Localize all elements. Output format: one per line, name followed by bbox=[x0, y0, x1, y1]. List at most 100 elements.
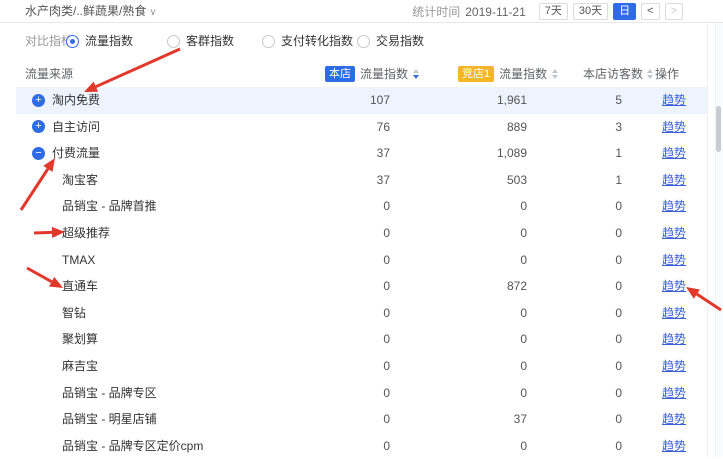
trend-link[interactable]: 趋势 bbox=[662, 253, 686, 267]
visitors-value: 0 bbox=[532, 433, 622, 459]
chevron-down-icon: ∨ bbox=[149, 7, 156, 18]
trend-link[interactable]: 趋势 bbox=[662, 93, 686, 107]
traffic-source-label: TMAX bbox=[62, 247, 95, 274]
expand-icon[interactable]: + bbox=[32, 120, 45, 133]
expand-icon[interactable]: + bbox=[32, 94, 45, 107]
rival-metric-label: 流量指数 bbox=[499, 62, 547, 86]
trend-link[interactable]: 趋势 bbox=[662, 412, 686, 426]
range-day-button[interactable]: 日 bbox=[613, 3, 636, 20]
radio-traffic-index[interactable]: 流量指数 bbox=[66, 31, 133, 51]
trend-link[interactable]: 趋势 bbox=[662, 332, 686, 346]
breadcrumb-text: 水产肉类/..鲜蔬果/熟食 bbox=[25, 4, 146, 18]
table-row: +淘内免费1071,9615趋势 bbox=[0, 87, 723, 114]
scrollbar-thumb[interactable] bbox=[716, 106, 721, 152]
table-row: 聚划算000趋势 bbox=[0, 326, 723, 353]
trend-link[interactable]: 趋势 bbox=[662, 439, 686, 453]
col-own-metric: 本店 流量指数 bbox=[325, 62, 419, 86]
metric-selector-row: 对比指标 流量指数 客群指数 支付转化指数 交易指数 bbox=[0, 31, 723, 51]
trend-link[interactable]: 趋势 bbox=[662, 146, 686, 160]
visitors-value: 0 bbox=[532, 300, 622, 327]
table-row: 淘宝客375031趋势 bbox=[0, 167, 723, 194]
rival-metric-value: 0 bbox=[427, 220, 527, 247]
table-body: +淘内免费1071,9615趋势+自主访问768893趋势−付费流量371,08… bbox=[0, 87, 723, 459]
traffic-source-label: 超级推荐 bbox=[62, 220, 110, 247]
scrollbar-track bbox=[715, 23, 723, 457]
action-cell: 趋势 bbox=[662, 220, 686, 247]
action-cell: 趋势 bbox=[662, 380, 686, 407]
radio-icon bbox=[262, 35, 275, 48]
traffic-source-label: 品销宝 - 品牌首推 bbox=[62, 193, 157, 220]
action-cell: 趋势 bbox=[662, 300, 686, 327]
action-cell: 趋势 bbox=[662, 406, 686, 433]
radio-label: 流量指数 bbox=[85, 31, 133, 51]
table-header: 流量来源 本店 流量指数 竞店1 流量指数 本店访客数 操作 bbox=[0, 62, 723, 86]
prev-date-button[interactable]: < bbox=[641, 3, 659, 20]
collapse-icon[interactable]: − bbox=[32, 147, 45, 160]
rival-metric-value: 503 bbox=[427, 167, 527, 194]
sort-visitors[interactable] bbox=[647, 69, 653, 79]
table-row: 品销宝 - 明星店铺0370趋势 bbox=[0, 406, 723, 433]
own-shop-badge: 本店 bbox=[325, 66, 355, 82]
traffic-source-label: 聚划算 bbox=[62, 326, 98, 353]
action-cell: 趋势 bbox=[662, 87, 686, 114]
visitors-value: 5 bbox=[532, 87, 622, 114]
table-row: TMAX000趋势 bbox=[0, 247, 723, 274]
own-metric-value: 0 bbox=[290, 273, 390, 300]
traffic-source-label: 品销宝 - 品牌专区 bbox=[62, 380, 157, 407]
visitors-value: 0 bbox=[532, 353, 622, 380]
action-cell: 趋势 bbox=[662, 114, 686, 141]
own-metric-value: 0 bbox=[290, 220, 390, 247]
radio-icon bbox=[167, 35, 180, 48]
radio-icon bbox=[66, 35, 79, 48]
range-30d-button[interactable]: 30天 bbox=[573, 3, 608, 20]
own-metric-value: 0 bbox=[290, 353, 390, 380]
next-date-button[interactable]: > bbox=[665, 3, 683, 20]
visitors-value: 0 bbox=[532, 193, 622, 220]
trend-link[interactable]: 趋势 bbox=[662, 226, 686, 240]
card-right-edge bbox=[707, 23, 708, 457]
action-cell: 趋势 bbox=[662, 326, 686, 353]
action-cell: 趋势 bbox=[662, 433, 686, 459]
radio-conversion-index[interactable]: 支付转化指数 bbox=[262, 31, 353, 51]
rival-metric-value: 0 bbox=[427, 247, 527, 274]
sort-rival-metric[interactable] bbox=[552, 69, 558, 79]
trend-link[interactable]: 趋势 bbox=[662, 306, 686, 320]
trend-link[interactable]: 趋势 bbox=[662, 199, 686, 213]
rival-shop-badge: 竞店1 bbox=[458, 66, 494, 82]
rival-metric-value: 1,961 bbox=[427, 87, 527, 114]
sort-own-metric[interactable] bbox=[413, 69, 419, 79]
col-action: 操作 bbox=[655, 62, 679, 86]
trend-link[interactable]: 趋势 bbox=[662, 120, 686, 134]
own-metric-value: 0 bbox=[290, 300, 390, 327]
action-cell: 趋势 bbox=[662, 247, 686, 274]
own-metric-value: 107 bbox=[290, 87, 390, 114]
col-traffic-source: 流量来源 bbox=[25, 62, 73, 86]
rival-metric-value: 0 bbox=[427, 300, 527, 327]
table-row: 智钻000趋势 bbox=[0, 300, 723, 327]
rival-metric-value: 0 bbox=[427, 193, 527, 220]
radio-label: 支付转化指数 bbox=[281, 31, 353, 51]
range-7d-button[interactable]: 7天 bbox=[539, 3, 568, 20]
visitors-value: 0 bbox=[532, 247, 622, 274]
rival-metric-value: 0 bbox=[427, 353, 527, 380]
date-controls: 统计时间 2019-11-21 7天 30天 日 < > bbox=[412, 2, 683, 21]
category-breadcrumb[interactable]: 水产肉类/..鲜蔬果/熟食∨ bbox=[25, 0, 157, 24]
trend-link[interactable]: 趋势 bbox=[662, 386, 686, 400]
table-row: 直通车08720趋势 bbox=[0, 273, 723, 300]
action-cell: 趋势 bbox=[662, 167, 686, 194]
trend-link[interactable]: 趋势 bbox=[662, 359, 686, 373]
action-cell: 趋势 bbox=[662, 273, 686, 300]
trend-link[interactable]: 趋势 bbox=[662, 279, 686, 293]
table-row: +自主访问768893趋势 bbox=[0, 114, 723, 141]
own-metric-value: 37 bbox=[290, 167, 390, 194]
col-visitors: 本店访客数 bbox=[583, 62, 653, 86]
traffic-source-label: 品销宝 - 品牌专区定价cpm bbox=[62, 433, 203, 459]
rival-metric-value: 872 bbox=[427, 273, 527, 300]
radio-transaction-index[interactable]: 交易指数 bbox=[357, 31, 424, 51]
visitors-value: 0 bbox=[532, 220, 622, 247]
radio-icon bbox=[357, 35, 370, 48]
own-metric-value: 0 bbox=[290, 326, 390, 353]
radio-customer-index[interactable]: 客群指数 bbox=[167, 31, 234, 51]
rival-metric-value: 0 bbox=[427, 326, 527, 353]
trend-link[interactable]: 趋势 bbox=[662, 173, 686, 187]
